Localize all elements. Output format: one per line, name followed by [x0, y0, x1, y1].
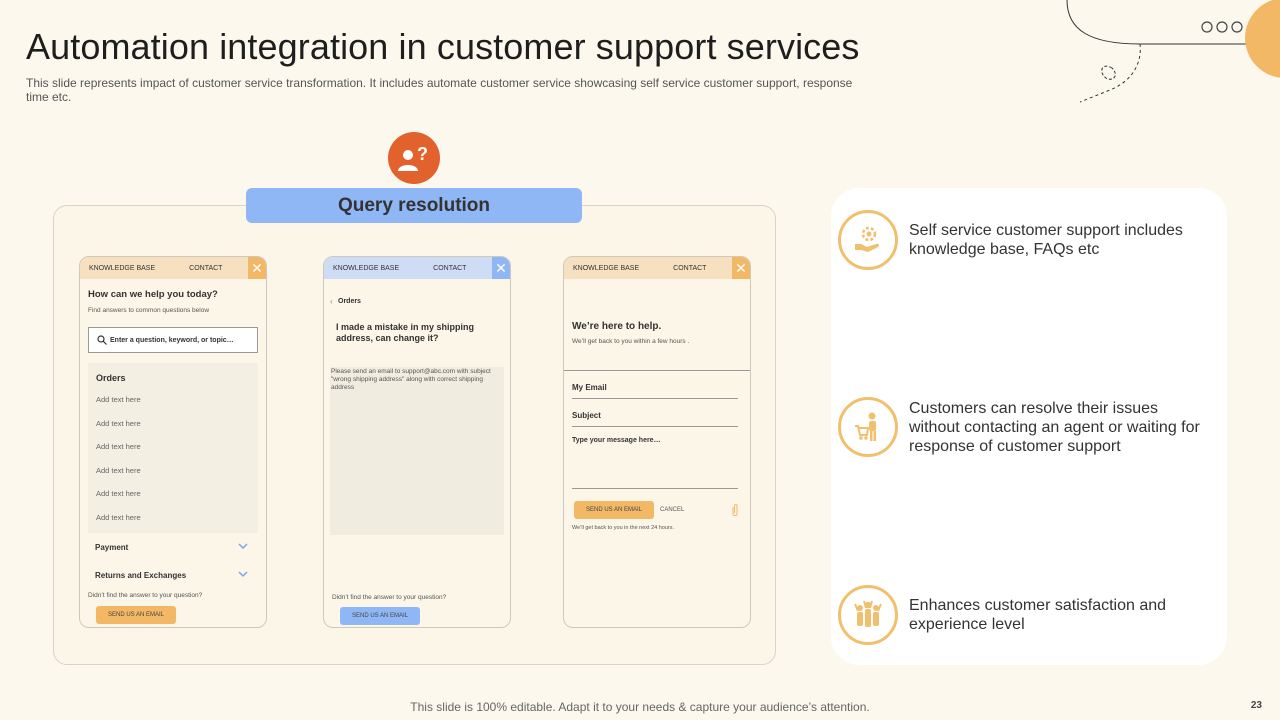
chevron-down-icon[interactable]	[238, 571, 248, 578]
help-subtext: Find answers to common questions below	[88, 307, 210, 314]
tab-knowledge-base[interactable]: KNOWLEDGE BASE	[89, 265, 155, 272]
benefit-text: Self service customer support includes k…	[909, 222, 1183, 258]
send-email-button[interactable]: SEND US AN EMAIL	[574, 501, 654, 519]
paperclip-icon[interactable]	[731, 503, 739, 517]
slide-title: Automation integration in customer suppo…	[26, 26, 860, 67]
tab-contact[interactable]: CONTACT	[433, 265, 466, 272]
tab-contact[interactable]: CONTACT	[189, 265, 222, 272]
accordion-payment[interactable]: Payment	[95, 543, 128, 552]
subject-field[interactable]: Subject	[572, 411, 738, 427]
shopper-cart-icon	[838, 397, 898, 457]
contact-heading: We’re here to help.	[572, 321, 662, 332]
orders-title[interactable]: Orders	[96, 373, 126, 383]
phone-knowledge-base: KNOWLEDGE BASE CONTACT ✕ How can we help…	[79, 256, 267, 628]
close-icon[interactable]: ✕	[492, 257, 510, 279]
query-resolution-banner: Query resolution	[246, 188, 582, 223]
not-found-text: Didn’t find the answer to your question?	[332, 594, 447, 601]
list-item[interactable]: Add text here	[96, 419, 141, 428]
benefit-text: Customers can resolve their issues witho…	[909, 400, 1200, 455]
close-icon[interactable]: ✕	[248, 257, 266, 279]
page-number: 23	[1250, 700, 1262, 711]
phone-contact-form: KNOWLEDGE BASE CONTACT ✕ We’re here to h…	[563, 256, 751, 628]
happy-group-icon	[838, 585, 898, 645]
tab-contact[interactable]: CONTACT	[673, 265, 706, 272]
phone-header: KNOWLEDGE BASE CONTACT ✕	[564, 257, 750, 279]
slide-subtitle: This slide represents impact of customer…	[26, 76, 853, 104]
close-icon[interactable]: ✕	[732, 257, 750, 279]
accordion-returns[interactable]: Returns and Exchanges	[95, 571, 186, 580]
email-field[interactable]: My Email	[572, 383, 738, 399]
phone-header: KNOWLEDGE BASE CONTACT ✕	[324, 257, 510, 279]
breadcrumb[interactable]: Orders	[338, 298, 361, 305]
hand-gear-icon	[838, 210, 898, 270]
answer-area	[330, 367, 504, 535]
help-heading: How can we help you today?	[88, 289, 218, 300]
list-item[interactable]: Add text here	[96, 489, 141, 498]
back-icon[interactable]: ‹	[330, 297, 333, 306]
send-email-button[interactable]: SEND US AN EMAIL	[96, 606, 176, 624]
phone-header: KNOWLEDGE BASE CONTACT ✕	[80, 257, 266, 279]
not-found-text: Didn’t find the answer to your question?	[88, 592, 203, 599]
orders-section: Orders Add text here Add text here Add t…	[88, 363, 258, 533]
reply-note: We’ll get back to you in the next 24 hou…	[572, 525, 675, 531]
list-item[interactable]: Add text here	[96, 466, 141, 475]
message-field[interactable]: Type your message here…	[572, 437, 738, 489]
search-placeholder: Enter a question, keyword, or topic…	[110, 336, 234, 344]
contact-subtext: We’ll get back to you within a few hours…	[572, 338, 690, 345]
tab-knowledge-base[interactable]: KNOWLEDGE BASE	[333, 265, 399, 272]
search-input[interactable]: Enter a question, keyword, or topic…	[88, 327, 258, 353]
benefit-text: Enhances customer satisfaction and exper…	[909, 597, 1167, 633]
divider	[564, 370, 750, 371]
phone-orders-answer: KNOWLEDGE BASE CONTACT ✕ ‹ Orders I made…	[323, 256, 511, 628]
chevron-down-icon[interactable]	[238, 543, 248, 550]
question-text: I made a mistake in my shipping address,…	[336, 322, 475, 343]
slide-footer: This slide is 100% editable. Adapt it to…	[410, 700, 870, 714]
tab-knowledge-base[interactable]: KNOWLEDGE BASE	[573, 265, 639, 272]
send-email-button[interactable]: SEND US AN EMAIL	[340, 607, 420, 625]
search-icon	[97, 335, 107, 345]
list-item[interactable]: Add text here	[96, 395, 141, 404]
user-question-icon: ?	[388, 132, 440, 184]
decorative-corner-graphic	[1066, 0, 1280, 103]
svg-text:?: ?	[417, 144, 428, 164]
answer-text: Please send an email to support@abc.com …	[331, 368, 491, 391]
list-item[interactable]: Add text here	[96, 442, 141, 451]
cancel-button[interactable]: CANCEL	[660, 507, 684, 513]
list-item[interactable]: Add text here	[96, 513, 141, 522]
